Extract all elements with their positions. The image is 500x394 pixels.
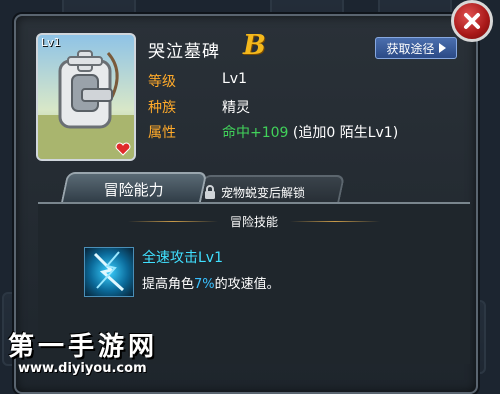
stat-label-attribute: 属性 (148, 125, 176, 141)
lock-icon (205, 185, 215, 199)
pet-name: 哭泣墓碑 (148, 42, 220, 62)
lightning-skill-icon (93, 251, 125, 292)
skill-desc-suffix: 的攻速值。 (214, 277, 280, 292)
tab-adventure-label: 冒险能力 (103, 180, 164, 199)
tab-evolution-content: 宠物蜕变后解锁 (204, 182, 338, 202)
heart-icon (115, 142, 131, 156)
watermark-url: www.diyiyou.com (18, 361, 147, 376)
stat-label-race: 种族 (148, 100, 176, 116)
close-button[interactable] (451, 0, 493, 42)
tab-evolution-label: 宠物蜕变后解锁 (221, 185, 306, 200)
stat-value-race: 精灵 (222, 100, 250, 116)
stat-value-level: Lv1 (222, 71, 247, 87)
pet-card[interactable]: Lv1 (36, 33, 136, 161)
attribute-bonus: 命中+109 (222, 125, 289, 141)
get-source-button[interactable]: 获取途径 (375, 37, 457, 59)
skill-description: 提高角色7%的攻速值。 (142, 273, 280, 292)
section-title: 冒险技能 (229, 215, 278, 229)
stat-value-attribute: 命中+109 (追加0 陌生Lv1) (222, 122, 398, 142)
skill-name: 全速攻击Lv1 (142, 250, 223, 266)
skill-icon[interactable] (84, 247, 134, 297)
skill-desc-percent: 7% (194, 277, 215, 292)
card-level: Lv1 (41, 36, 61, 49)
tab-adventure-ability[interactable]: 冒险能力 (60, 172, 208, 204)
close-icon (464, 13, 480, 29)
tombstone-pet-portrait (38, 50, 134, 159)
pet-grade: B (243, 30, 266, 61)
watermark-site-name: 第一手游网 (8, 332, 159, 362)
arrow-right-icon (438, 43, 446, 53)
skill-desc-prefix: 提高角色 (142, 277, 195, 292)
attribute-extra: (追加0 陌生Lv1) (288, 125, 399, 141)
get-source-label: 获取途径 (386, 41, 435, 56)
stat-label-level: 等级 (148, 74, 176, 90)
